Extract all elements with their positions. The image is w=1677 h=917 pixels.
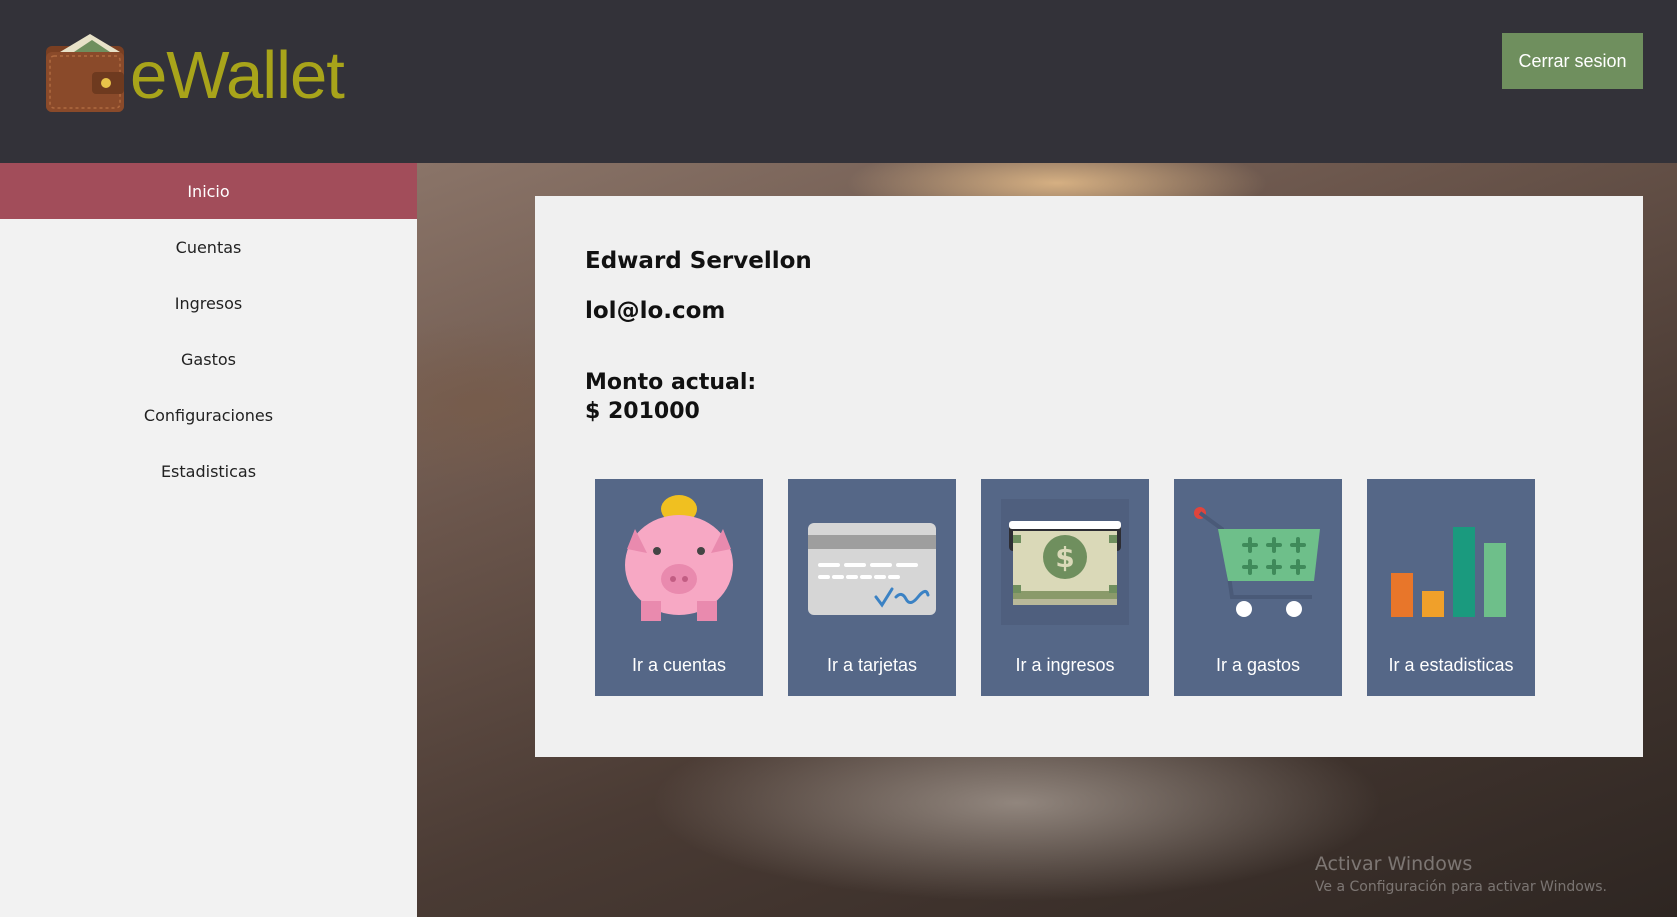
tile-gastos[interactable]: Ir a gastos — [1174, 479, 1342, 696]
tile-tarjetas[interactable]: Ir a tarjetas — [788, 479, 956, 696]
sidebar-item-inicio[interactable]: Inicio — [0, 163, 417, 219]
shortcut-tiles: Ir a cuentas Ir a tarjetas $ Ir a ingres… — [595, 479, 1535, 696]
user-name: Edward Servellon — [585, 248, 812, 274]
cash-machine-icon: $ — [1001, 499, 1129, 625]
wallet-icon — [46, 34, 124, 112]
tile-label: Ir a estadisticas — [1388, 655, 1514, 675]
sidebar-item-estadisticas[interactable]: Estadisticas — [0, 443, 417, 499]
bar-chart-icon — [1391, 527, 1506, 617]
piggy-bank-icon — [625, 495, 733, 621]
shopping-cart-icon — [1194, 507, 1320, 617]
ewallet-logo[interactable]: eWallet — [44, 34, 374, 124]
sidebar-item-configuraciones[interactable]: Configuraciones — [0, 387, 417, 443]
tile-label: Ir a ingresos — [1015, 655, 1115, 675]
amount-value: $ 201000 — [585, 399, 700, 424]
windows-activation-watermark: Activar Windows Ve a Configuración para … — [1315, 853, 1607, 895]
tile-estadisticas[interactable]: Ir a estadisticas — [1367, 479, 1535, 696]
logout-button[interactable]: Cerrar sesion — [1502, 33, 1643, 89]
watermark-title: Activar Windows — [1314, 853, 1473, 875]
watermark-subtitle: Ve a Configuración para activar Windows. — [1314, 879, 1607, 895]
user-email: lol@lo.com — [585, 298, 726, 324]
tile-label: Ir a gastos — [1215, 655, 1301, 675]
tile-ingresos[interactable]: $ Ir a ingresos — [981, 479, 1149, 696]
sidebar-item-cuentas[interactable]: Cuentas — [0, 219, 417, 275]
tile-label: Ir a cuentas — [631, 655, 727, 675]
sidebar: Inicio Cuentas Ingresos Gastos Configura… — [0, 163, 417, 917]
tile-cuentas[interactable]: Ir a cuentas — [595, 479, 763, 696]
amount-label: Monto actual: — [585, 370, 757, 395]
credit-card-icon — [808, 523, 936, 615]
sidebar-item-ingresos[interactable]: Ingresos — [0, 275, 417, 331]
top-header: eWallet Cerrar sesion — [0, 0, 1677, 163]
tile-label: Ir a tarjetas — [826, 655, 918, 675]
profile-card: Edward Servellon lol@lo.com Monto actual… — [535, 196, 1643, 757]
sidebar-item-gastos[interactable]: Gastos — [0, 331, 417, 387]
svg-text:$: $ — [1055, 541, 1074, 574]
logo-text: eWallet — [130, 38, 345, 113]
